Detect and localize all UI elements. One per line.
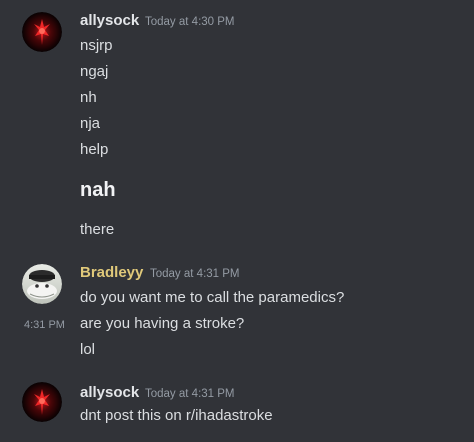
- username[interactable]: allysock: [80, 12, 139, 30]
- message-timestamp[interactable]: Today at 4:31 PM: [150, 267, 240, 281]
- message-text: lol: [80, 341, 96, 358]
- message-timestamp[interactable]: Today at 4:31 PM: [145, 387, 235, 401]
- message-text: nh: [80, 89, 97, 106]
- message-text-heading: nah: [80, 179, 116, 201]
- message-group-allysock-1: allysock Today at 4:30 PM nsjrp ngaj nh …: [0, 0, 474, 245]
- message-text: nja: [80, 115, 101, 132]
- message-text: help: [80, 141, 109, 158]
- message-text: there: [80, 221, 115, 238]
- message-timestamp[interactable]: Today at 4:30 PM: [145, 15, 235, 29]
- red-demon-avatar-icon: [22, 382, 62, 422]
- hover-timestamp[interactable]: 4:31 PM: [24, 318, 65, 332]
- message-group-bradleyy: Bradleyy Today at 4:31 PM do you want me…: [0, 258, 474, 368]
- username[interactable]: allysock: [80, 384, 139, 402]
- avatar[interactable]: [22, 12, 62, 52]
- message-text: nsjrp: [80, 37, 113, 54]
- message-text: ngaj: [80, 63, 109, 80]
- message-group-allysock-2: allysock Today at 4:31 PM dnt post this …: [0, 374, 474, 442]
- red-demon-avatar-icon: [22, 12, 62, 52]
- cat-photo-avatar-icon: [22, 264, 62, 304]
- avatar[interactable]: [22, 382, 62, 422]
- avatar[interactable]: [22, 264, 62, 304]
- message-text: are you having a stroke?: [80, 315, 245, 332]
- message-text: do you want me to call the paramedics?: [80, 289, 345, 306]
- message-text: dnt post this on r/ihadastroke: [80, 407, 273, 424]
- username[interactable]: Bradleyy: [80, 264, 143, 282]
